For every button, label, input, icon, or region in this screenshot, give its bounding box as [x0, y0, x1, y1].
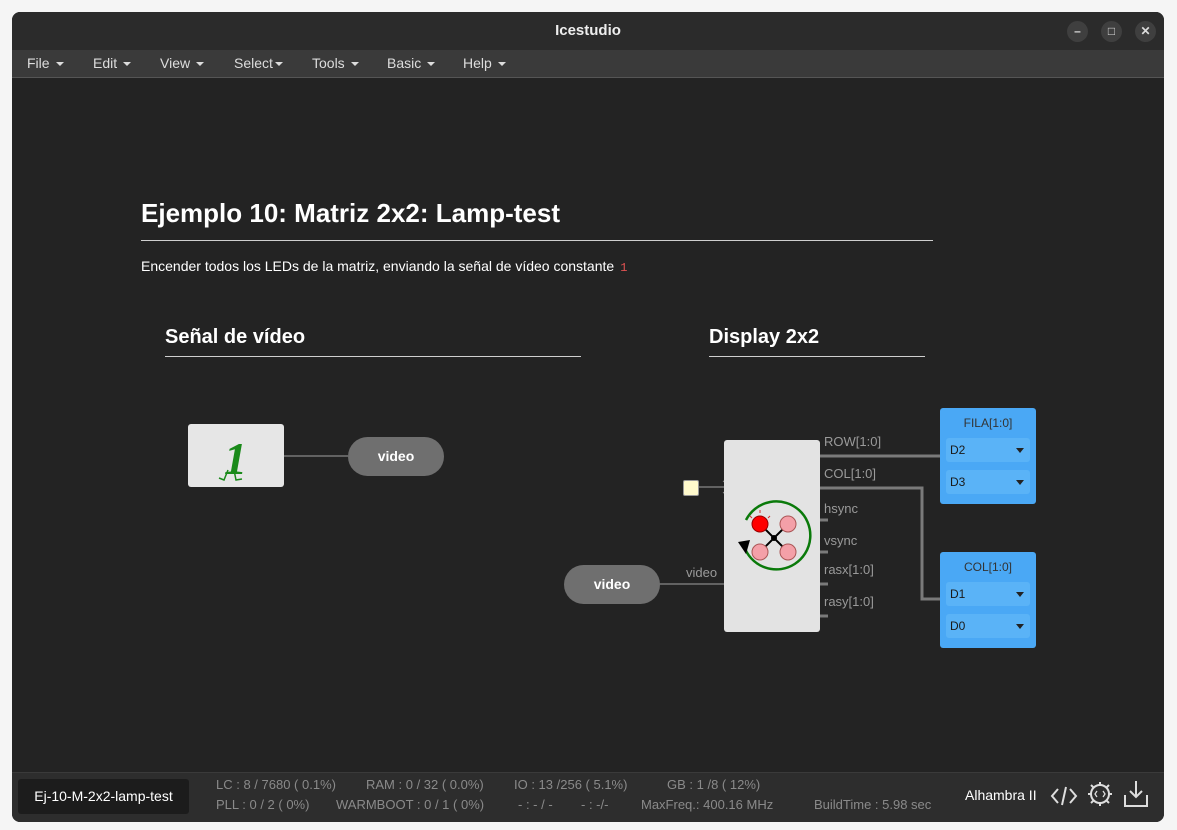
caret-down-icon [55, 62, 64, 67]
stat-blank-1: - : - / - [518, 797, 553, 812]
pin-select-col-0[interactable]: D0 [946, 614, 1030, 638]
app-window: Icestudio – □ ✕ File Edit View Select To… [12, 12, 1164, 822]
caret-down-icon [1016, 592, 1024, 597]
menu-tools[interactable]: Tools [312, 50, 359, 77]
caret-down-icon [196, 62, 205, 67]
pin-value: D1 [950, 587, 966, 601]
menu-select[interactable]: Select [234, 50, 283, 77]
code-icon[interactable] [1050, 783, 1078, 809]
menu-basic[interactable]: Basic [387, 50, 436, 77]
maximize-icon[interactable]: □ [1101, 21, 1122, 42]
port-row: ROW[1:0] [824, 434, 882, 449]
caret-down-icon [427, 62, 436, 67]
caret-down-icon [497, 62, 506, 67]
stat-gb: GB : 1 /8 ( 12%) [667, 777, 761, 792]
stat-blank-2: - : -/- [581, 797, 609, 812]
led-matrix-icon [738, 500, 812, 571]
pin-value: D0 [950, 619, 966, 633]
pin-select-col-1[interactable]: D1 [946, 582, 1030, 606]
stat-io: IO : 13 /256 ( 5.1%) [514, 777, 628, 792]
caret-down-icon [1016, 448, 1024, 453]
caret-down-icon [1016, 480, 1024, 485]
menu-select-label: Select [234, 55, 273, 71]
menu-tools-label: Tools [312, 55, 345, 71]
design-canvas[interactable]: Ejemplo 10: Matriz 2x2: Lamp-test Encend… [12, 78, 1164, 772]
window-title: Icestudio [555, 22, 621, 39]
download-icon[interactable] [1122, 779, 1150, 809]
port-rasx: rasx[1:0] [824, 562, 874, 577]
port-rasy: rasy[1:0] [824, 594, 874, 609]
output-col-title: COL[1:0] [963, 560, 1013, 574]
stat-lc: LC : 8 / 7680 ( 0.1%) [216, 777, 336, 792]
port-hsync: hsync [824, 501, 858, 516]
constant-one-block[interactable]: 1 [188, 424, 284, 487]
menu-basic-label: Basic [387, 55, 422, 71]
menu-file-label: File [27, 55, 50, 71]
menu-view-label: View [160, 55, 191, 71]
status-footer: Ej-10-M-2x2-lamp-test LC : 8 / 7680 ( 0.… [12, 772, 1164, 822]
minimize-icon[interactable]: – [1067, 21, 1088, 42]
port-col: COL[1:0] [824, 466, 877, 481]
menu-help[interactable]: Help [463, 50, 506, 77]
menu-edit-label: Edit [93, 55, 118, 71]
menu-file[interactable]: File [27, 50, 64, 77]
settings-gear-icon[interactable] [1086, 780, 1114, 808]
pin-select-fila-1[interactable]: D2 [946, 438, 1030, 462]
close-icon[interactable]: ✕ [1135, 21, 1156, 42]
menu-edit[interactable]: Edit [93, 50, 132, 77]
stat-buildtime: BuildTime : 5.98 sec [814, 797, 932, 812]
pin-value: D2 [950, 443, 966, 457]
constant-square[interactable] [683, 480, 699, 496]
pin-value: D3 [950, 475, 966, 489]
wire-label-video: video [686, 565, 718, 580]
led-matrix-block[interactable] [724, 440, 820, 632]
output-fila-block[interactable]: FILA[1:0] D2 D3 [940, 408, 1036, 504]
stat-ram: RAM : 0 / 32 ( 0.0%) [366, 777, 484, 792]
stat-warmboot: WARMBOOT : 0 / 1 ( 0%) [336, 797, 485, 812]
port-vsync: vsync [824, 533, 858, 548]
output-col-block[interactable]: COL[1:0] D1 D0 [940, 552, 1036, 648]
output-fila-title: FILA[1:0] [963, 416, 1013, 430]
video-label-output[interactable]: video [348, 437, 444, 476]
stat-pll: PLL : 0 / 2 ( 0%) [216, 797, 310, 812]
caret-down-icon [350, 62, 359, 67]
caret-down-icon [274, 62, 283, 67]
stat-maxfreq: MaxFreq.: 400.16 MHz [641, 797, 774, 812]
caret-down-icon [1016, 624, 1024, 629]
menu-bar: File Edit View Select Tools Basic Help [12, 50, 1164, 78]
pin-select-fila-0[interactable]: D3 [946, 470, 1030, 494]
menu-view[interactable]: View [160, 50, 205, 77]
constant-one-icon: 1 [218, 433, 247, 484]
file-tab[interactable]: Ej-10-M-2x2-lamp-test [18, 779, 189, 814]
video-label-input[interactable]: video [564, 565, 660, 604]
board-name[interactable]: Alhambra II [965, 787, 1037, 803]
title-bar: Icestudio – □ ✕ [12, 12, 1164, 50]
menu-help-label: Help [463, 55, 492, 71]
caret-down-icon [123, 62, 132, 67]
